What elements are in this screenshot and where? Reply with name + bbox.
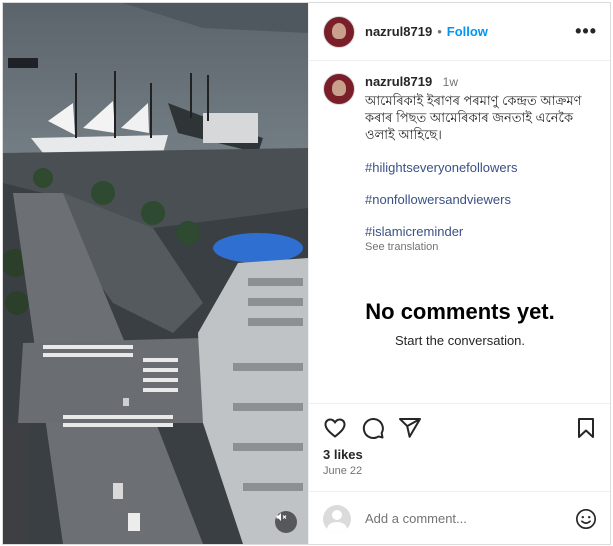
empty-comments: No comments yet. Start the conversation.: [309, 299, 610, 348]
avatar[interactable]: [323, 15, 355, 48]
no-comments-subtitle: Start the conversation.: [394, 333, 526, 348]
like-count[interactable]: 3 likes: [323, 447, 363, 462]
video-frame-aerial-crowd: [3, 3, 308, 544]
current-user-avatar: [323, 504, 351, 533]
post-date[interactable]: June 22: [323, 465, 362, 477]
emoji-icon[interactable]: [575, 508, 597, 530]
post-video[interactable]: [3, 3, 308, 544]
caption-time[interactable]: 1w: [443, 75, 458, 89]
caption-username[interactable]: nazrul8719: [365, 74, 432, 89]
share-icon[interactable]: [398, 416, 422, 440]
see-translation-link[interactable]: See translation: [365, 241, 603, 253]
caption: nazrul8719 1w আমেৰিকাই ইৰাণৰ পৰমাণু কেন্…: [323, 73, 603, 253]
separator-dot: •: [437, 24, 442, 39]
heart-icon[interactable]: [323, 416, 347, 440]
action-bar: [309, 403, 610, 450]
comment-bar: [309, 491, 610, 544]
mute-button[interactable]: [275, 511, 297, 533]
post-header: nazrul8719 • Follow •••: [309, 3, 610, 61]
caption-avatar[interactable]: [323, 73, 355, 105]
comment-input[interactable]: [363, 510, 567, 527]
hashtag-link[interactable]: #islamicreminder: [365, 224, 603, 239]
comment-icon[interactable]: [361, 416, 385, 440]
hashtag-link[interactable]: #nonfollowersandviewers: [365, 192, 603, 207]
more-options-icon[interactable]: •••: [575, 21, 597, 42]
hashtag-link[interactable]: #hilightseveryonefollowers: [365, 160, 603, 175]
bookmark-icon[interactable]: [575, 416, 597, 440]
post-details-panel: nazrul8719 • Follow ••• nazrul8719 1w আম…: [308, 3, 610, 544]
muted-speaker-icon: [276, 513, 287, 521]
caption-text: আমেৰিকাই ইৰাণৰ পৰমাণু কেন্দ্ৰত আক্ৰমণ কৰ…: [365, 93, 582, 142]
post-dialog: nazrul8719 • Follow ••• nazrul8719 1w আম…: [2, 2, 611, 545]
no-comments-title: No comments yet.: [365, 299, 555, 324]
author-username[interactable]: nazrul8719: [365, 24, 432, 39]
follow-button[interactable]: Follow: [447, 24, 488, 39]
